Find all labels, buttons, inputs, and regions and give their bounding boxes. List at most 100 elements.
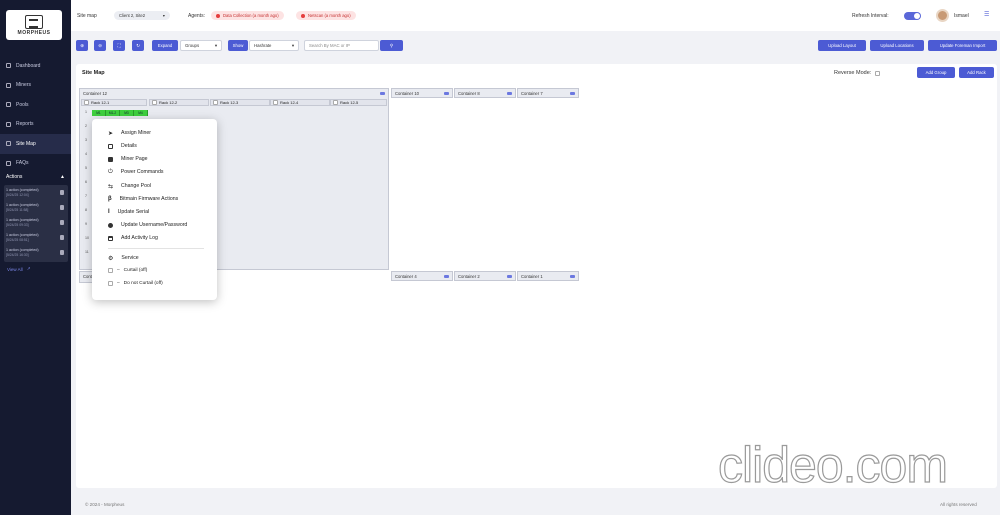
upload-locations-label: Upload Locations <box>880 43 914 48</box>
agent-badge-data-collection[interactable]: Data Collection (a month ago) <box>211 11 284 20</box>
miner-slot[interactable]: M1-2 <box>106 110 120 116</box>
sidebar-item-miners[interactable]: Miners <box>0 76 71 96</box>
list-icon <box>108 156 113 162</box>
sidebar-item-pools[interactable]: Pools <box>0 95 71 115</box>
menu-item-add-activity-log[interactable]: Add Activity Log <box>108 233 158 243</box>
refresh-button[interactable]: ↻ <box>132 40 144 51</box>
do-not-curtail-label: Do not Curtail (off) <box>123 281 163 286</box>
logo-text: MORPHEUS <box>17 29 51 36</box>
menu-icon[interactable]: ☰ <box>984 11 989 18</box>
rack-12-1[interactable]: Rack 12-1 <box>81 99 147 106</box>
show-button[interactable]: Show <box>228 40 248 51</box>
trash-icon[interactable] <box>60 235 64 240</box>
trash-icon[interactable] <box>60 190 64 195</box>
container-menu-icon[interactable] <box>507 91 512 95</box>
rack-12-5[interactable]: Rack 12-5 <box>330 99 387 106</box>
container-4[interactable]: Container 4 <box>391 271 453 281</box>
container-header: Container 4 <box>392 272 452 280</box>
groups-select[interactable]: Groups ▾ <box>180 40 222 51</box>
agent-badge-netscan[interactable]: Netscan (a month ago) <box>296 11 356 20</box>
upload-locations-button[interactable]: Upload Locations <box>870 40 924 51</box>
refresh-interval-toggle[interactable] <box>904 12 921 20</box>
miner-slot[interactable]: M4 <box>134 110 148 116</box>
add-group-button[interactable]: Add Group <box>917 67 955 78</box>
action-time: [5/24/25 08:51] <box>6 238 29 242</box>
search-button[interactable]: ⚲ <box>380 40 403 51</box>
rack-12-2[interactable]: Rack 12-2 <box>149 99 209 106</box>
menu-item-update-serial[interactable]: I Update Serial <box>108 207 149 217</box>
actions-header[interactable]: Actions ▲ <box>0 172 71 182</box>
menu-item-change-pool[interactable]: ⇆ Change Pool <box>108 181 151 191</box>
metric-select[interactable]: Hashrate ▾ <box>249 40 299 51</box>
upload-layout-label: Upload Layout <box>828 43 856 48</box>
trash-icon[interactable] <box>60 220 64 225</box>
container-menu-icon[interactable] <box>570 274 575 278</box>
user-name[interactable]: Ismael <box>954 13 969 19</box>
sidebar-item-label: Dashboard <box>16 62 41 69</box>
expand-button[interactable]: Expand <box>152 40 178 51</box>
do-not-curtail-option[interactable]: – Do not Curtail (off) <box>108 281 163 286</box>
trash-icon[interactable] <box>60 250 64 255</box>
menu-item-power-commands[interactable]: ⏻ Power Commands <box>108 167 163 177</box>
edit-icon <box>108 143 113 149</box>
miner-slot[interactable]: M1 <box>92 110 106 116</box>
container-menu-icon[interactable] <box>380 91 385 95</box>
container-1[interactable]: Container 1 <box>517 271 579 281</box>
container-menu-icon[interactable] <box>507 274 512 278</box>
client-select[interactable]: Client 2, Site2 ▾ <box>114 11 170 20</box>
row-number: 2 <box>85 124 87 128</box>
menu-item-service[interactable]: ⚙ Service <box>108 253 139 263</box>
miner-slot[interactable]: M3 <box>120 110 134 116</box>
sidebar-item-label: Reports <box>16 121 34 128</box>
rack-checkbox[interactable] <box>152 100 157 105</box>
container-menu-icon[interactable] <box>444 91 449 95</box>
sidebar: MORPHEUS Dashboard Miners Pools Reports … <box>0 0 71 515</box>
menu-item-update-credentials[interactable]: Update Username/Password <box>108 220 187 230</box>
add-rack-button[interactable]: Add Rack <box>959 67 994 78</box>
error-dot-icon <box>301 13 305 18</box>
zoom-out-button[interactable]: ⊖ <box>94 40 106 51</box>
reverse-mode-checkbox[interactable] <box>875 70 881 76</box>
menu-item-assign-miner[interactable]: ➤ Assign Miner <box>108 128 151 138</box>
menu-item-details[interactable]: Details <box>108 141 137 151</box>
upload-layout-button[interactable]: Upload Layout <box>818 40 866 51</box>
container-menu-icon[interactable] <box>444 274 449 278</box>
rack-12-4[interactable]: Rack 12-4 <box>270 99 330 106</box>
report-icon <box>6 121 11 127</box>
sidebar-item-faqs[interactable]: FAQs <box>0 154 71 174</box>
sidebar-item-site-map[interactable]: Site Map <box>0 134 71 154</box>
container-menu-icon[interactable] <box>570 91 575 95</box>
rack-12-3[interactable]: Rack 12-3 <box>210 99 270 106</box>
container-8[interactable]: Container 8 <box>454 88 516 98</box>
container-10[interactable]: Container 10 <box>391 88 453 98</box>
menu-item-label: Power Commands <box>120 169 164 175</box>
zoom-in-button[interactable]: ⊕ <box>76 40 88 51</box>
container-header: Container 10 <box>392 89 452 97</box>
curtail-checkbox[interactable] <box>108 268 113 273</box>
sidebar-item-dashboard[interactable]: Dashboard <box>0 56 71 76</box>
search-icon: ⚲ <box>389 42 394 48</box>
action-item: 1 action (completed) [5/24/25 12:04] <box>6 186 66 201</box>
update-foreman-label: Update Foreman Import <box>939 43 986 48</box>
update-foreman-import-button[interactable]: Update Foreman Import <box>928 40 997 51</box>
dash-icon: – <box>117 268 120 273</box>
do-not-curtail-checkbox[interactable] <box>108 281 113 286</box>
menu-item-miner-page[interactable]: Miner Page <box>108 154 148 164</box>
curtail-option[interactable]: – Curtail (off) <box>108 268 147 273</box>
view-all-link[interactable]: View All ↗ <box>7 266 30 272</box>
sidebar-item-label: Pools <box>16 101 29 108</box>
search-input[interactable]: Search By MAC or IP <box>304 40 379 51</box>
rack-checkbox[interactable] <box>213 100 218 105</box>
container-2[interactable]: Container 2 <box>454 271 516 281</box>
container-7[interactable]: Container 7 <box>517 88 579 98</box>
trash-icon[interactable] <box>60 205 64 210</box>
app-logo[interactable]: MORPHEUS <box>6 10 62 40</box>
menu-item-bitmain-firmware[interactable]: β Bitmain Firmware Actions <box>108 194 178 204</box>
rack-checkbox[interactable] <box>273 100 278 105</box>
sidebar-item-reports[interactable]: Reports <box>0 115 71 135</box>
rack-checkbox[interactable] <box>84 100 89 105</box>
fit-screen-button[interactable]: ⛶ <box>113 40 125 51</box>
avatar[interactable] <box>936 9 949 22</box>
action-time: [5/24/25 11:58] <box>6 208 29 212</box>
rack-checkbox[interactable] <box>333 100 338 105</box>
